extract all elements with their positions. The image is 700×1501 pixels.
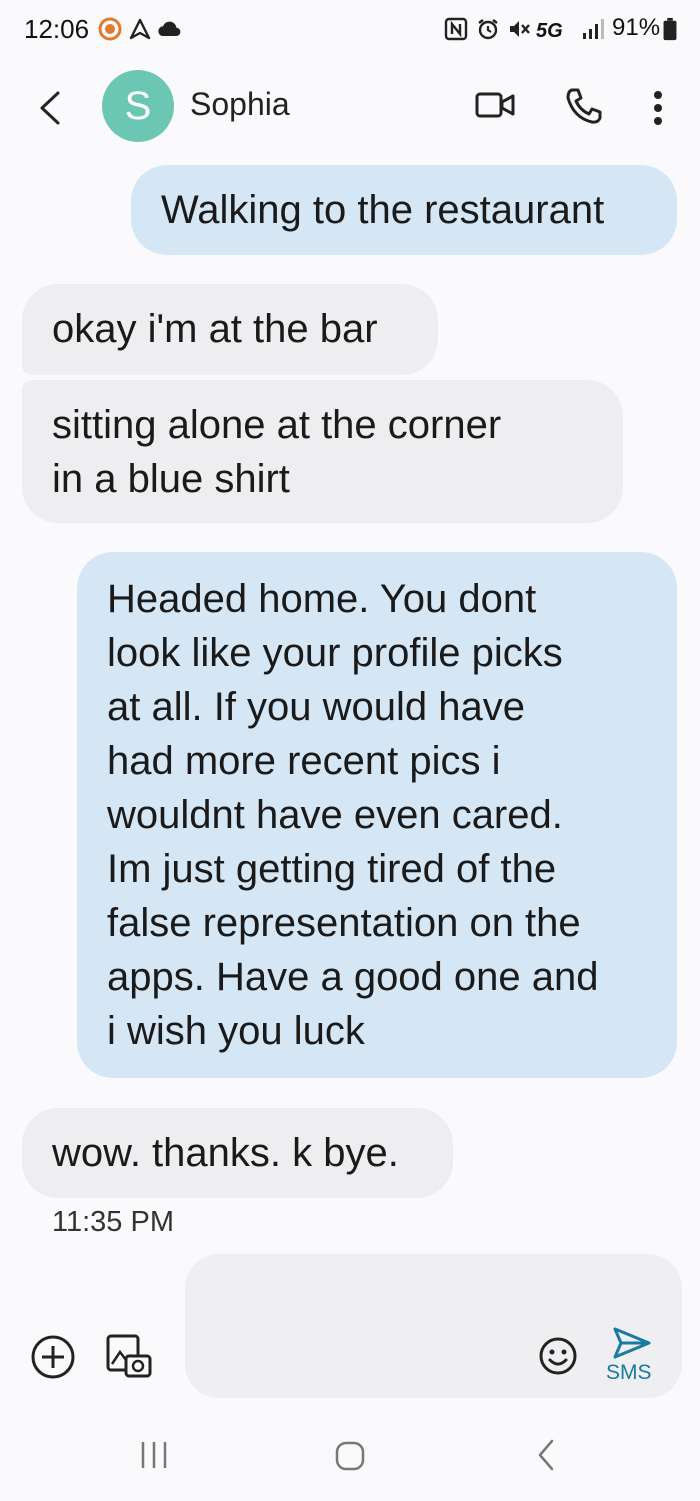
message-timestamp: 11:35 PM xyxy=(52,1206,174,1238)
recents-icon[interactable] xyxy=(138,1440,170,1470)
mute-icon xyxy=(510,21,530,37)
home-icon[interactable] xyxy=(334,1440,366,1472)
alarm-icon xyxy=(478,19,498,40)
send-button-label[interactable]: SMS xyxy=(606,1361,652,1385)
emoji-icon[interactable] xyxy=(538,1336,578,1376)
phone-icon[interactable] xyxy=(564,86,604,126)
back-icon[interactable] xyxy=(534,1438,558,1472)
navigation-icon xyxy=(129,18,151,40)
back-icon[interactable] xyxy=(36,90,64,126)
signal-icon xyxy=(583,19,604,39)
message-bubble-incoming[interactable]: sitting alone at the corner in a blue sh… xyxy=(22,380,623,523)
battery-percent: 91% xyxy=(612,14,661,41)
status-time: 12:06 xyxy=(24,14,90,44)
contact-name[interactable]: Sophia xyxy=(190,86,290,123)
battery-icon xyxy=(663,17,677,41)
nfc-icon xyxy=(444,17,468,41)
send-icon[interactable] xyxy=(612,1326,652,1360)
app-notification-icon xyxy=(98,17,122,41)
network-label: 5G xyxy=(536,20,563,42)
add-icon[interactable] xyxy=(30,1334,76,1380)
gallery-icon[interactable] xyxy=(104,1332,154,1380)
message-bubble-outgoing[interactable]: Walking to the restaurant xyxy=(131,165,677,255)
more-icon[interactable] xyxy=(648,88,668,128)
message-bubble-incoming[interactable]: okay i'm at the bar xyxy=(22,284,438,375)
message-bubble-incoming[interactable]: wow. thanks. k bye. xyxy=(22,1108,453,1198)
video-call-icon[interactable] xyxy=(474,90,516,120)
message-bubble-outgoing[interactable]: Headed home. You dont look like your pro… xyxy=(77,552,677,1078)
avatar[interactable]: S xyxy=(102,70,174,142)
cloud-icon xyxy=(158,21,181,37)
